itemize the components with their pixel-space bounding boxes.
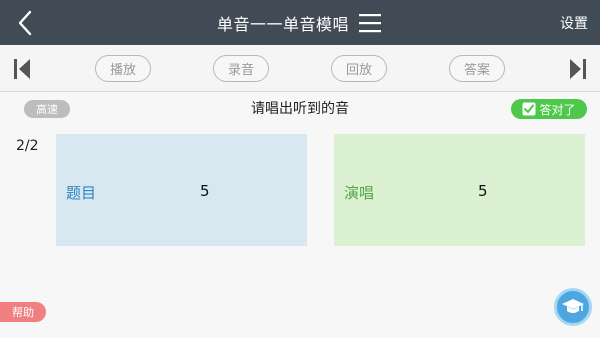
sing-panel: 演唱 5 (334, 134, 585, 246)
skip-to-last-icon[interactable] (566, 55, 590, 83)
hamburger-menu-icon[interactable] (357, 11, 383, 35)
title-group: 单音一一单音模唱 (0, 0, 600, 45)
question-panel: 题目 5 (56, 134, 307, 246)
play-button[interactable]: 播放 (95, 55, 151, 82)
top-bar: 单音一一单音模唱 设置 (0, 0, 600, 45)
question-value: 5 (200, 182, 210, 200)
instruction-text: 请唱出听到的音 (251, 101, 349, 117)
record-button[interactable]: 录音 (213, 55, 269, 82)
page-title: 单音一一单音模唱 (216, 14, 349, 34)
question-label: 题目 (66, 184, 97, 202)
answer-button[interactable]: 答案 (449, 55, 505, 82)
checkmark-icon (522, 102, 536, 116)
playback-button[interactable]: 回放 (331, 55, 387, 82)
correct-badge: 答对了 (511, 99, 587, 119)
learn-button[interactable] (554, 288, 592, 326)
sing-value: 5 (478, 182, 488, 200)
graduation-cap-icon (562, 299, 584, 313)
skip-to-first-icon[interactable] (10, 55, 34, 83)
sing-label: 演唱 (344, 184, 375, 202)
question-progress: 2/2 (16, 138, 39, 154)
correct-label: 答对了 (539, 102, 576, 117)
settings-button[interactable]: 设置 (560, 0, 588, 45)
playback-toolbar: 播放 录音 回放 答案 (0, 45, 600, 92)
help-button[interactable]: 帮助 (0, 302, 46, 322)
